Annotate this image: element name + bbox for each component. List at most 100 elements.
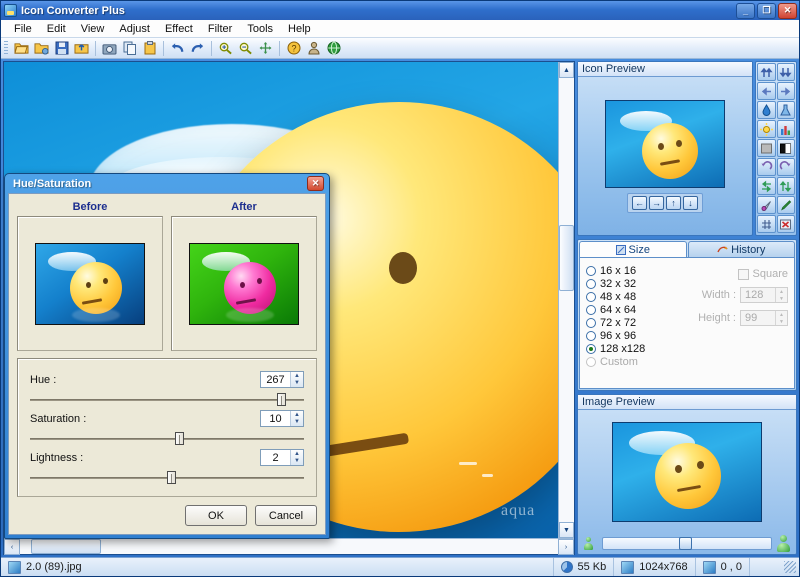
saturation-stepper[interactable]: ▲▼ bbox=[290, 411, 303, 426]
scroll-left-button[interactable]: ‹ bbox=[4, 539, 20, 555]
flip-horizontal-icon[interactable] bbox=[757, 177, 776, 195]
grayscale-icon[interactable] bbox=[757, 139, 776, 157]
size-history-panel: Size History 16 x 16 32 x 32 48 x 48 64 … bbox=[577, 239, 797, 391]
image-preview-thumbnail[interactable] bbox=[612, 422, 762, 522]
saturation-slider-track[interactable] bbox=[30, 432, 304, 445]
canvas-vertical-scrollbar[interactable]: ▲ ▼ bbox=[558, 62, 574, 538]
dimensions-icon bbox=[621, 561, 634, 574]
size-option-label: 72 x 72 bbox=[600, 317, 636, 329]
transparency-icon[interactable] bbox=[757, 215, 776, 233]
flask-icon[interactable] bbox=[777, 101, 796, 119]
redo-icon[interactable] bbox=[188, 39, 207, 57]
menu-file[interactable]: File bbox=[7, 21, 39, 37]
nav-right-button[interactable]: → bbox=[649, 196, 664, 210]
export-icon[interactable] bbox=[72, 39, 91, 57]
nav-down-button[interactable]: ↓ bbox=[683, 196, 698, 210]
pencil-icon[interactable] bbox=[777, 196, 796, 214]
saturation-slider-knob[interactable] bbox=[175, 432, 184, 445]
width-input[interactable]: 128 ▲▼ bbox=[740, 287, 788, 303]
color-pick-icon[interactable] bbox=[757, 196, 776, 214]
height-stepper[interactable]: ▲▼ bbox=[775, 311, 787, 325]
fit-to-window-icon[interactable] bbox=[256, 39, 275, 57]
histogram-icon[interactable] bbox=[777, 120, 796, 138]
square-checkbox[interactable] bbox=[738, 269, 749, 280]
size-option-16[interactable]: 16 x 16 bbox=[586, 265, 691, 277]
web-icon[interactable] bbox=[324, 39, 343, 57]
vertical-scroll-thumb[interactable] bbox=[559, 225, 574, 292]
lightness-slider-track[interactable] bbox=[30, 471, 304, 484]
minimize-button[interactable]: _ bbox=[736, 3, 755, 19]
horizontal-scroll-track[interactable] bbox=[20, 539, 558, 554]
nav-up-button[interactable]: ↑ bbox=[666, 196, 681, 210]
close-button[interactable]: ✕ bbox=[778, 3, 797, 19]
resize-grip[interactable] bbox=[784, 561, 796, 573]
menu-effect[interactable]: Effect bbox=[158, 21, 200, 37]
toolbar-grip[interactable] bbox=[4, 41, 8, 56]
water-drop-icon[interactable] bbox=[757, 101, 776, 119]
canvas-horizontal-scrollbar[interactable]: ‹ › bbox=[4, 538, 574, 554]
height-label: Height : bbox=[698, 312, 736, 324]
scroll-up-button[interactable]: ▲ bbox=[559, 62, 574, 78]
hue-slider-track[interactable] bbox=[30, 393, 304, 406]
size-option-custom[interactable]: Custom bbox=[586, 356, 691, 368]
icon-preview-thumbnail[interactable] bbox=[605, 100, 725, 188]
size-option-128[interactable]: 128 x128 bbox=[586, 343, 691, 355]
hue-stepper[interactable]: ▲▼ bbox=[290, 372, 303, 387]
hue-slider-knob[interactable] bbox=[277, 393, 286, 406]
width-stepper[interactable]: ▲▼ bbox=[775, 288, 787, 302]
menu-adjust[interactable]: Adjust bbox=[112, 21, 157, 37]
menu-filter[interactable]: Filter bbox=[201, 21, 239, 37]
shift-right-icon[interactable] bbox=[777, 82, 796, 100]
cancel-button[interactable]: Cancel bbox=[255, 505, 317, 526]
invert-icon[interactable] bbox=[777, 139, 796, 157]
size-option-72[interactable]: 72 x 72 bbox=[586, 317, 691, 329]
size-option-96[interactable]: 96 x 96 bbox=[586, 330, 691, 342]
zoom-slider[interactable] bbox=[602, 537, 772, 550]
nav-left-button[interactable]: ← bbox=[632, 196, 647, 210]
copy-icon[interactable] bbox=[120, 39, 139, 57]
rotate-right-icon[interactable] bbox=[777, 158, 796, 176]
menu-help[interactable]: Help bbox=[281, 21, 318, 37]
menu-view[interactable]: View bbox=[74, 21, 112, 37]
hue-input[interactable]: 267 ▲▼ bbox=[260, 371, 304, 388]
saturation-input[interactable]: 10 ▲▼ bbox=[260, 410, 304, 427]
flip-vertical-icon[interactable] bbox=[777, 177, 796, 195]
paste-icon[interactable] bbox=[140, 39, 159, 57]
zoom-slider-thumb[interactable] bbox=[679, 537, 692, 550]
vertical-scroll-track[interactable] bbox=[559, 78, 574, 522]
maximize-button[interactable]: ❐ bbox=[757, 3, 776, 19]
shift-left-icon[interactable] bbox=[757, 82, 776, 100]
scroll-right-button[interactable]: › bbox=[558, 539, 574, 555]
flip-down-icon[interactable] bbox=[777, 63, 796, 81]
lightness-slider-knob[interactable] bbox=[167, 471, 176, 484]
brightness-icon[interactable] bbox=[757, 120, 776, 138]
tab-history[interactable]: History bbox=[688, 241, 796, 257]
flip-up-icon[interactable] bbox=[757, 63, 776, 81]
size-option-32[interactable]: 32 x 32 bbox=[586, 278, 691, 290]
square-checkbox-row[interactable]: Square bbox=[738, 268, 788, 280]
dialog-close-button[interactable]: ✕ bbox=[307, 176, 324, 191]
zoom-in-icon[interactable] bbox=[216, 39, 235, 57]
rotate-left-icon[interactable] bbox=[757, 158, 776, 176]
horizontal-scroll-thumb[interactable] bbox=[31, 539, 101, 554]
clear-icon[interactable] bbox=[777, 215, 796, 233]
scroll-down-button[interactable]: ▼ bbox=[559, 522, 574, 538]
size-option-48[interactable]: 48 x 48 bbox=[586, 291, 691, 303]
size-option-64[interactable]: 64 x 64 bbox=[586, 304, 691, 316]
height-input[interactable]: 99 ▲▼ bbox=[740, 310, 788, 326]
capture-icon[interactable] bbox=[100, 39, 119, 57]
zoom-out-icon[interactable] bbox=[236, 39, 255, 57]
about-icon[interactable] bbox=[304, 39, 323, 57]
app-icon bbox=[4, 4, 17, 17]
menu-edit[interactable]: Edit bbox=[40, 21, 73, 37]
open-icon[interactable] bbox=[12, 39, 31, 57]
lightness-stepper[interactable]: ▲▼ bbox=[290, 450, 303, 465]
tab-size[interactable]: Size bbox=[579, 241, 687, 257]
save-icon[interactable] bbox=[52, 39, 71, 57]
open-with-icon[interactable] bbox=[32, 39, 51, 57]
ok-button[interactable]: OK bbox=[185, 505, 247, 526]
lightness-input[interactable]: 2 ▲▼ bbox=[260, 449, 304, 466]
undo-icon[interactable] bbox=[168, 39, 187, 57]
menu-tools[interactable]: Tools bbox=[240, 21, 280, 37]
help-icon[interactable]: ? bbox=[284, 39, 303, 57]
